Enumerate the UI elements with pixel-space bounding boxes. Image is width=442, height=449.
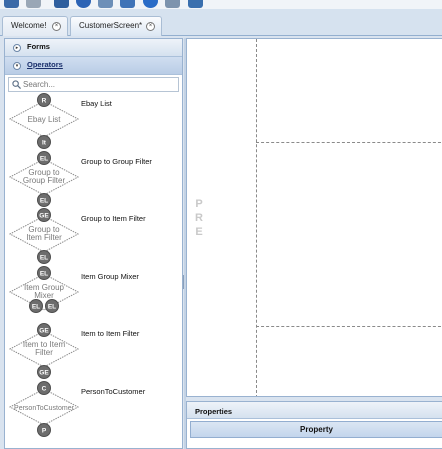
operator-shape-text: Filter: [35, 348, 53, 357]
operator-shape-text: Item Filter: [26, 233, 62, 242]
operator-shape[interactable]: Item to ItemFilterGEGE: [8, 323, 80, 380]
search-input[interactable]: [23, 79, 178, 90]
input-port-badge[interactable]: EL: [37, 150, 51, 165]
operator-item[interactable]: Item to Item Filter GE GE Item to Item Filte…: [5, 323, 180, 379]
editor-tabbar: Welcome! × CustomerScreen* ×: [0, 9, 442, 36]
operator-label: Group to Item Filter: [81, 214, 146, 223]
search-box: [8, 77, 179, 92]
output-port-badge[interactable]: GE: [37, 365, 51, 379]
port-label: EL: [40, 270, 48, 277]
section-operators[interactable]: ▾ Operators: [5, 57, 182, 75]
operator-item[interactable]: Ebay List R It Ebay List: [5, 93, 180, 149]
port-label: R: [42, 98, 47, 105]
canvas-side-letter: E: [195, 226, 203, 238]
export-icon[interactable]: [188, 0, 203, 8]
close-icon[interactable]: ×: [146, 22, 155, 31]
main-toolbar: [0, 0, 442, 9]
operator-shape-text: PersonToCustomer: [14, 405, 75, 412]
operator-label: PersonToCustomer: [81, 386, 146, 396]
output-port-badge[interactable]: P: [37, 422, 51, 437]
tab-label: Welcome!: [11, 21, 47, 30]
search-icon: [12, 80, 21, 89]
operator-item[interactable]: Item Group Mixer EL EL EL Item Group Mixer: [5, 265, 180, 323]
close-icon[interactable]: ×: [52, 22, 61, 31]
operator-shape[interactable]: PersonToCustomer C P: [8, 380, 80, 438]
operators-panel: ▸ Forms ▾ Operators Ebay ListRItEbay Lis…: [4, 38, 183, 449]
port-label: EL: [40, 255, 48, 262]
output-port-badge[interactable]: EL: [37, 192, 51, 207]
output-port-badge[interactable]: It: [37, 135, 51, 149]
input-port-badge[interactable]: EL: [37, 265, 51, 280]
design-canvas[interactable]: P R E: [186, 38, 442, 397]
properties-title: Properties: [187, 402, 442, 419]
port-label: GE: [39, 328, 49, 335]
tab-customerscreen[interactable]: CustomerScreen* ×: [70, 16, 162, 36]
section-label: Forms: [27, 42, 50, 51]
save-icon[interactable]: [54, 0, 69, 8]
input-port-badge[interactable]: R: [37, 93, 51, 107]
operator-shape-text: Group Filter: [23, 176, 66, 185]
collapse-icon[interactable]: ▾: [13, 62, 21, 70]
operator-label: Ebay List: [81, 99, 112, 108]
operator-shape[interactable]: Group toItem FilterGEEL: [8, 208, 80, 265]
section-forms[interactable]: ▸ Forms: [5, 39, 182, 57]
port-label: EL: [40, 197, 48, 204]
port-label: EL: [48, 303, 56, 310]
operator-shape-text: Mixer: [34, 291, 54, 300]
output-port-badge[interactable]: EL: [45, 298, 59, 313]
rss-icon[interactable]: [120, 0, 135, 8]
canvas-guide-line: [256, 39, 257, 396]
operator-label: Group to Group Filter: [81, 156, 152, 166]
operator-item[interactable]: Group to Group Filter EL EL Group to Group F…: [5, 150, 180, 208]
canvas-side-letter: R: [195, 212, 203, 224]
import-icon[interactable]: [98, 0, 113, 8]
canvas-side-letter: P: [195, 198, 203, 210]
refresh-icon[interactable]: [143, 0, 158, 8]
operator-shape[interactable]: Item GroupMixerELEL EL: [8, 265, 80, 323]
port-label: P: [42, 427, 47, 434]
port-label: GE: [39, 213, 49, 220]
tool-icon[interactable]: [26, 0, 41, 8]
properties-panel: Properties Property: [186, 401, 442, 449]
operator-shape[interactable]: Ebay List R It: [8, 93, 80, 150]
operator-item[interactable]: PersonToCustomer C P PersonToCustomer: [5, 380, 180, 438]
input-port-badge[interactable]: GE: [37, 208, 51, 222]
tab-label: CustomerScreen*: [79, 21, 143, 30]
info-icon[interactable]: [76, 0, 91, 8]
property-column-header[interactable]: Property: [190, 421, 442, 438]
home-icon[interactable]: [4, 0, 19, 8]
port-label: EL: [40, 155, 48, 162]
port-label: GE: [39, 370, 49, 377]
canvas-guide-line: [256, 142, 442, 143]
puzzle-icon[interactable]: [165, 0, 180, 8]
input-port-badge[interactable]: C: [37, 380, 51, 395]
operator-item[interactable]: Group to Item Filter GE EL Group to Item Fil…: [5, 208, 180, 264]
operator-shape[interactable]: Group toGroup FilterELEL: [8, 150, 80, 208]
port-label: EL: [32, 303, 40, 310]
output-port-badge[interactable]: EL: [37, 250, 51, 264]
operator-label: Item to Item Filter: [81, 329, 140, 338]
expand-icon[interactable]: ▸: [13, 44, 21, 52]
port-label: C: [42, 385, 47, 392]
output-port-badge[interactable]: EL: [29, 298, 43, 313]
input-port-badge[interactable]: GE: [37, 323, 51, 337]
tab-welcome[interactable]: Welcome! ×: [2, 16, 68, 36]
canvas-guide-line: [256, 326, 442, 327]
operator-shape-text: Ebay List: [28, 115, 62, 124]
section-label: Operators: [27, 60, 63, 69]
operator-label: Item Group Mixer: [81, 271, 139, 281]
